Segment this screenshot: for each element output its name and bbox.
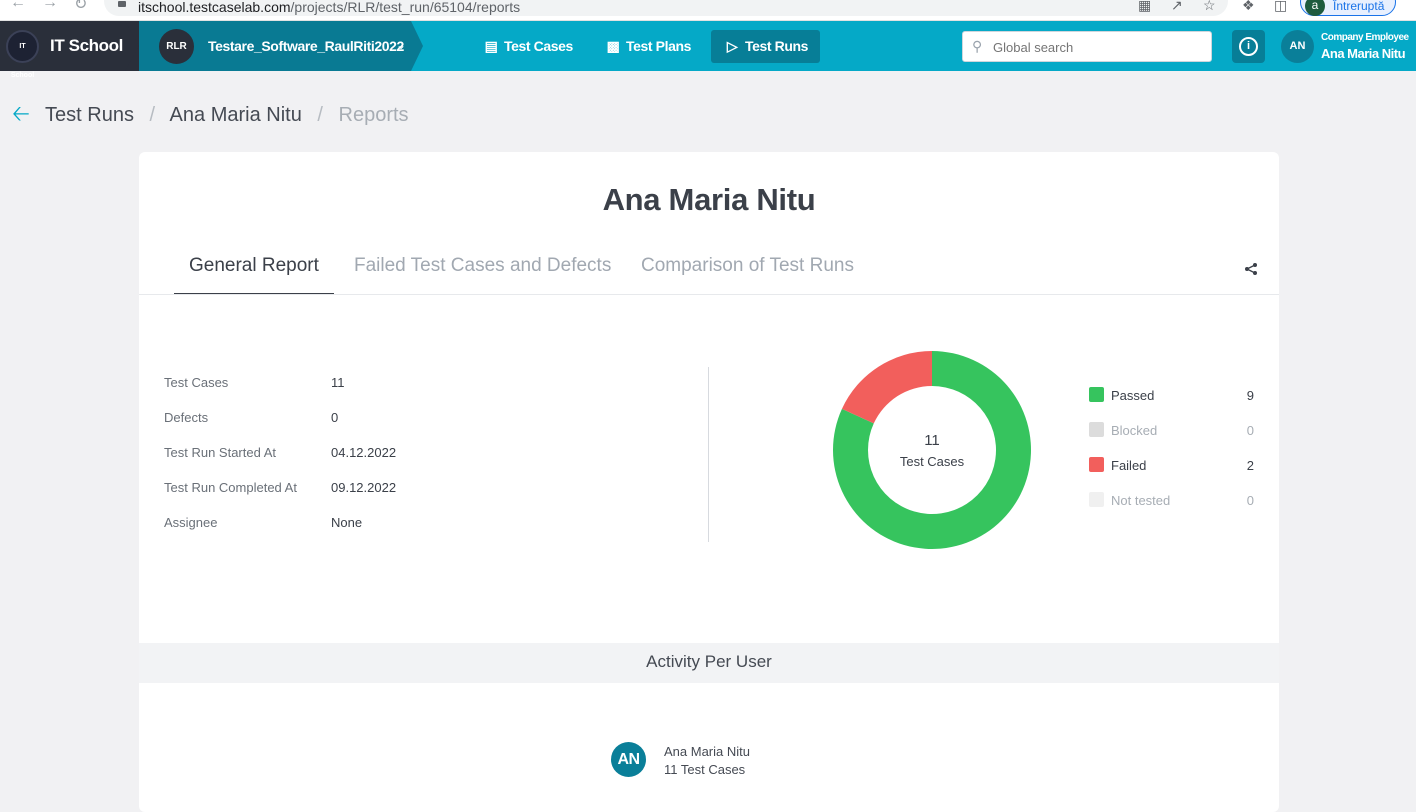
project-switcher[interactable]: RLR Testare_Software_RaulRiti2022 ⌄ [139,21,411,71]
activity-user-name: Ana Maria Nitu [664,744,750,759]
translate-icon[interactable]: ▦ [1138,0,1151,14]
user-name[interactable]: Ana Maria Nitu [1321,46,1406,61]
tabs-divider [139,294,1279,295]
lock-icon [118,1,126,7]
it-school-logo: IT School [6,30,39,79]
activity-user-count: 11 Test Cases [664,762,746,777]
section-divider [708,367,709,542]
test-runs-icon: ▷ [726,38,738,54]
brand-divider [125,21,139,71]
nav-test-cases[interactable]: ▤ Test Cases [470,30,585,63]
url-text[interactable]: itschool.testcaselab.com/projects/RLR/te… [138,0,520,15]
legend-swatch [1089,387,1104,402]
legend-swatch [1089,457,1104,472]
breadcrumb-test-runs[interactable]: Test Runs [45,104,134,126]
status-donut-chart [833,351,1031,549]
legend-value: 0 [1246,423,1254,438]
project-divider [411,21,423,71]
brand-name: IT School [50,36,123,55]
legend-item-failed[interactable]: Failed 2 [1089,455,1254,475]
breadcrumb-test-run[interactable]: Ana Maria Nitu [170,104,302,126]
detail-label: Test Cases [164,375,229,390]
legend-label: Passed [1111,388,1155,403]
side-panel-icon[interactable]: ◫ [1274,0,1287,14]
legend-label: Not tested [1111,493,1171,508]
donut-total-label: Test Cases [899,454,965,469]
report-card: Ana Maria Nitu General Report Failed Tes… [139,152,1279,812]
global-search-input[interactable] [993,36,1203,58]
legend-item-passed[interactable]: Passed 9 [1089,385,1254,405]
legend-item-not-tested[interactable]: Not tested 0 [1089,490,1254,510]
address-bar[interactable]: itschool.testcaselab.com/projects/RLR/te… [104,0,1228,16]
activity-title: Activity Per User [646,652,772,671]
share-icon[interactable] [1244,262,1258,276]
test-cases-icon: ▤ [484,38,498,54]
detail-value: 0 [331,410,339,425]
search-icon: ⚲ [972,38,983,54]
user-role: Company Employee [1321,32,1409,43]
forward-arrow-icon[interactable]: → [42,0,58,12]
bookmark-star-icon[interactable]: ☆ [1203,0,1216,14]
profile-avatar: a [1305,0,1325,16]
user-avatar[interactable]: AN [1281,30,1314,63]
report-title: Ana Maria Nitu [602,182,816,217]
breadcrumb-separator: / [317,104,323,126]
tab-comparison[interactable]: Comparison of Test Runs [626,255,869,295]
donut-total: 11 [924,432,940,449]
detail-label: Test Run Completed At [164,480,297,495]
browser-toolbar: ← → ↻ itschool.testcaselab.com/projects/… [0,0,1416,21]
detail-label: Assignee [164,515,218,530]
tab-failed-test-cases[interactable]: Failed Test Cases and Defects [339,255,626,295]
info-icon: i [1239,37,1258,56]
detail-value: 04.12.2022 [331,445,397,460]
app-header: IT School IT School RLR Testare_Software… [0,21,1416,79]
detail-value: 11 [331,375,345,390]
browser-profile-button[interactable]: a Întreruptă [1300,0,1396,16]
detail-value: None [331,515,363,530]
project-name: Testare_Software_RaulRiti2022 [208,38,404,54]
avatar: AN [611,742,646,777]
nav-test-plans[interactable]: ▩ Test Plans [592,30,703,63]
legend-value: 0 [1246,493,1254,508]
back-arrow-icon[interactable]: 🡠 [12,101,30,126]
legend-value: 9 [1246,388,1254,403]
detail-label: Defects [164,410,209,425]
legend-label: Blocked [1111,423,1158,438]
extensions-icon[interactable]: ❖ [1242,0,1255,14]
nav-test-runs[interactable]: ▷ Test Runs [711,30,821,63]
legend-item-blocked[interactable]: Blocked 0 [1089,420,1254,440]
share-page-icon[interactable]: ↗ [1171,0,1183,14]
back-arrow-icon[interactable]: ← [10,0,26,12]
global-search[interactable]: ⚲ [962,31,1212,62]
chevron-down-icon: ⌄ [396,38,407,52]
detail-label: Test Run Started At [164,445,277,460]
donut-slice-failed[interactable] [841,351,932,424]
legend-label: Failed [1111,458,1147,473]
info-button[interactable]: i [1232,30,1265,63]
breadcrumb-separator: / [149,104,156,126]
tab-general-report[interactable]: General Report [174,255,334,295]
legend-value: 2 [1246,458,1254,473]
profile-status: Întreruptă [1333,0,1385,13]
breadcrumb: 🡠 Test Runs / Ana Maria Nitu / Reports [12,97,409,126]
legend-swatch [1089,492,1104,507]
legend-swatch [1089,422,1104,437]
breadcrumb-current: Reports [338,104,409,126]
detail-value: 09.12.2022 [331,480,397,495]
test-plans-icon: ▩ [606,38,620,54]
reload-icon[interactable]: ↻ [74,0,87,14]
project-badge: RLR [159,29,194,64]
